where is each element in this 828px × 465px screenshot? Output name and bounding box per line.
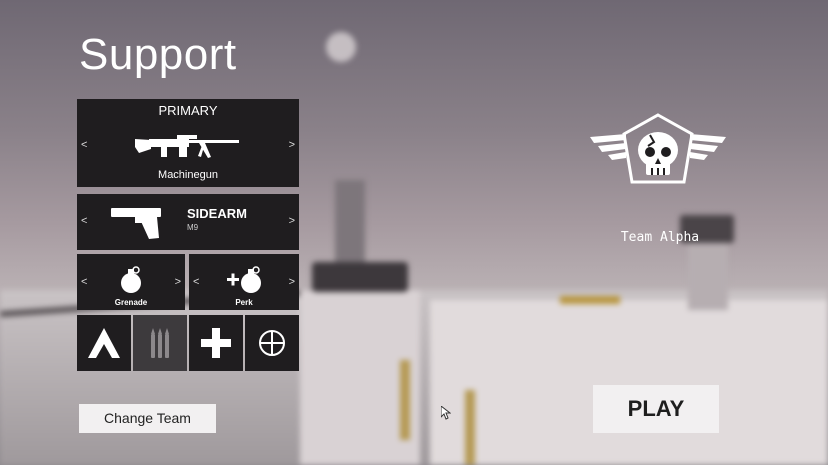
primary-weapon-name: Machinegun: [158, 169, 218, 181]
grenade-label: Grenade: [114, 298, 148, 307]
sidearm-prev-button[interactable]: <: [81, 215, 87, 227]
primary-weapon-panel[interactable]: PRIMARY < > Machinegun: [77, 99, 299, 187]
sidearm-label: SIDEARM: [187, 206, 247, 221]
sidearm-panel[interactable]: < > SIDEARM M9: [77, 194, 299, 250]
ammo-icon: [151, 328, 169, 358]
extra-grenade-icon: [227, 266, 261, 293]
class-tile-medic[interactable]: [189, 315, 243, 371]
primary-prev-button[interactable]: <: [81, 139, 87, 151]
team-name: Team Alpha: [620, 230, 700, 245]
class-title: Support: [79, 30, 237, 79]
medic-cross-icon: [201, 328, 231, 358]
class-tile-support[interactable]: [133, 315, 187, 371]
chevron-up-icon: [88, 328, 120, 358]
primary-next-button[interactable]: >: [289, 139, 295, 151]
pistol-icon: [111, 208, 161, 239]
change-team-button[interactable]: Change Team: [79, 404, 216, 433]
perk-next-button[interactable]: >: [289, 276, 295, 288]
grenade-next-button[interactable]: >: [175, 276, 181, 288]
grenade-prev-button[interactable]: <: [81, 276, 87, 288]
sidearm-next-button[interactable]: >: [289, 215, 295, 227]
play-button[interactable]: PLAY: [593, 385, 719, 433]
machinegun-icon: [135, 135, 239, 158]
crosshair-icon: [259, 330, 285, 356]
grenade-icon: [121, 266, 141, 293]
perk-panel[interactable]: < > Perk: [189, 254, 299, 310]
class-tile-recon[interactable]: [245, 315, 299, 371]
perk-label: Perk: [235, 298, 253, 307]
class-tile-assault[interactable]: [77, 315, 131, 371]
mouse-cursor-icon: [441, 406, 451, 420]
perk-prev-button[interactable]: <: [193, 276, 199, 288]
grenade-panel[interactable]: < > Grenade: [77, 254, 185, 310]
primary-label: PRIMARY: [158, 103, 218, 118]
skull-wings-icon: [590, 113, 726, 184]
sidearm-weapon-name: M9: [187, 223, 199, 232]
